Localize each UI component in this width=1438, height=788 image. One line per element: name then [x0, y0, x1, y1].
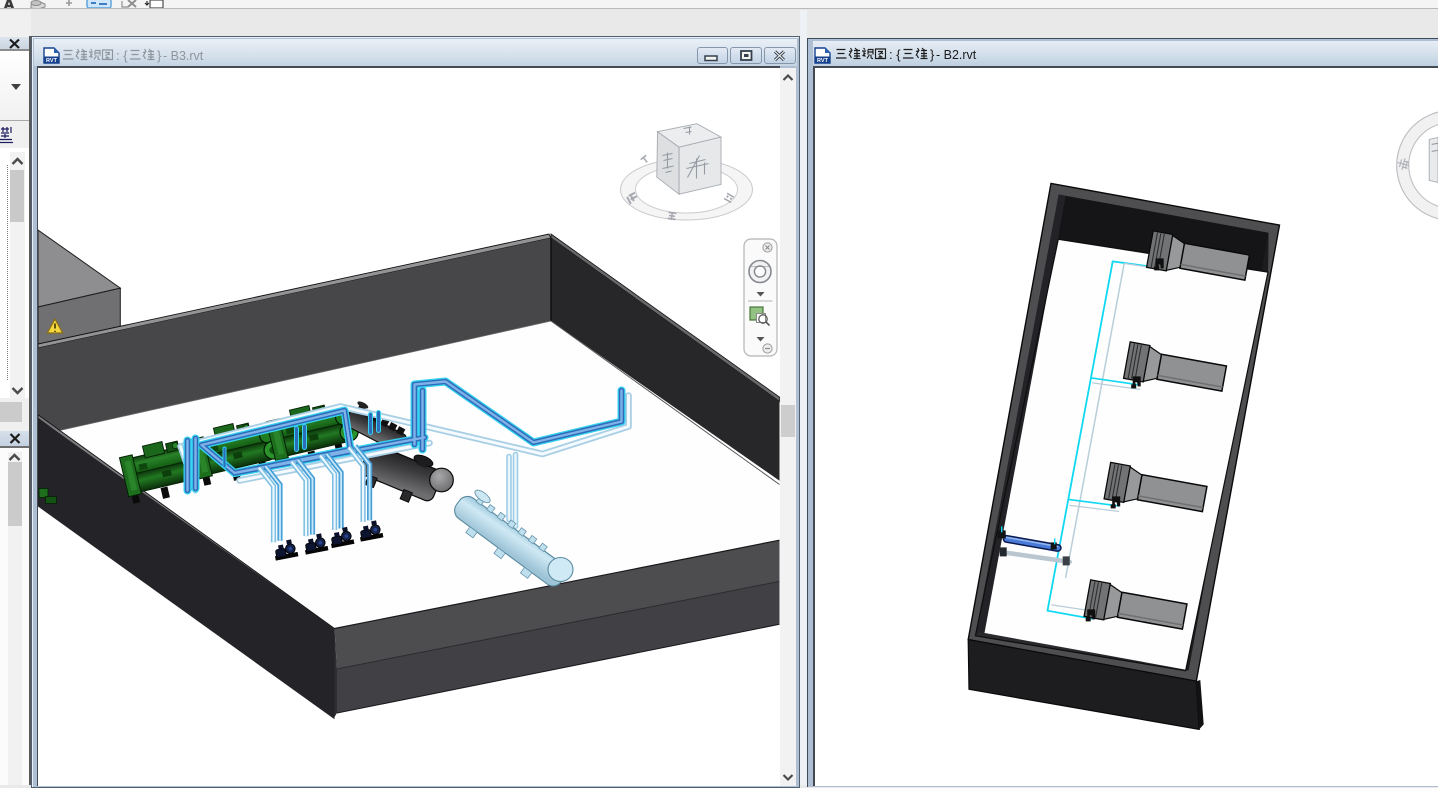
svg-text:- B2.rvt: - B2.rvt [936, 48, 977, 62]
svg-text:}: } [157, 48, 162, 63]
svg-text:: {: : { [889, 47, 901, 62]
svg-text:RVT: RVT [46, 58, 58, 64]
svg-text:- B3.rvt: - B3.rvt [163, 49, 204, 63]
svg-text:: {: : { [116, 48, 128, 63]
svg-text:RVT: RVT [817, 58, 829, 64]
svg-text:}: } [930, 47, 935, 62]
